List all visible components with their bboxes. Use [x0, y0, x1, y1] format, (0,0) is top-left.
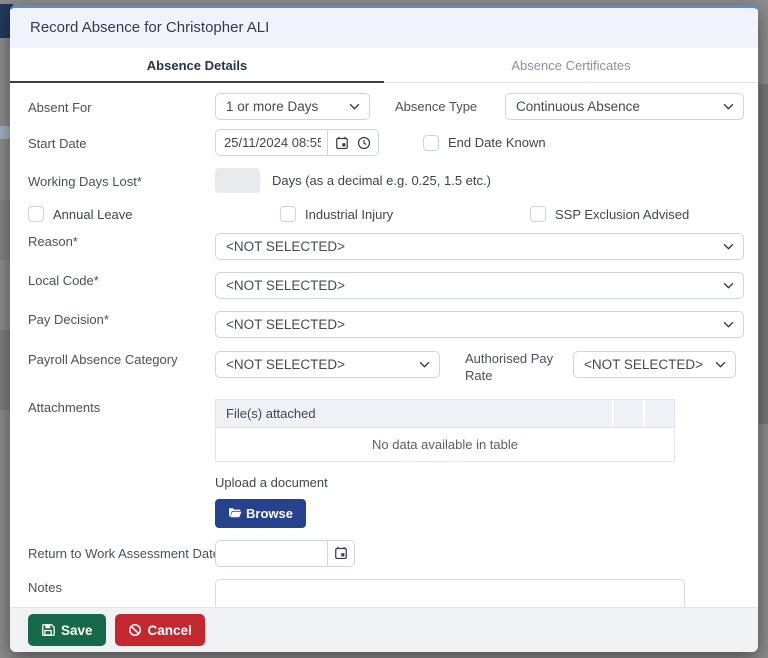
- background-page-fragment: [759, 84, 768, 424]
- files-attached-column-header: File(s) attached: [226, 405, 316, 421]
- calendar-icon[interactable]: [335, 136, 349, 150]
- start-date-input[interactable]: [215, 129, 328, 156]
- floppy-disk-icon: [42, 624, 55, 636]
- industrial-injury-checkbox[interactable]: [280, 206, 296, 222]
- reason-label: Reason*: [28, 234, 78, 249]
- annual-leave-checkbox[interactable]: [28, 206, 44, 222]
- notes-label: Notes: [28, 579, 62, 595]
- cancel-button[interactable]: Cancel: [114, 614, 205, 646]
- notes-textarea[interactable]: [215, 578, 685, 607]
- absent-for-value: 1 or more Days: [226, 99, 319, 114]
- chevron-down-icon: [723, 282, 734, 289]
- modal-header: Record Absence for Christopher ALI: [10, 8, 758, 48]
- browse-button-label: Browse: [246, 505, 293, 521]
- browse-button[interactable]: Browse: [215, 498, 306, 528]
- pay-decision-label: Pay Decision*: [28, 312, 109, 327]
- attachments-table-header: File(s) attached: [216, 399, 674, 428]
- save-button[interactable]: Save: [28, 614, 106, 646]
- record-absence-modal: Record Absence for Christopher ALI Absen…: [10, 5, 758, 652]
- absent-for-select[interactable]: 1 or more Days: [215, 93, 370, 120]
- authorised-pay-rate-select[interactable]: <NOT SELECTED>: [573, 351, 736, 378]
- ssp-exclusion-field: SSP Exclusion Advised: [530, 206, 689, 222]
- attachments-label: Attachments: [28, 399, 101, 415]
- row-absent-for: Absent For 1 or more Days Absence Type C…: [28, 93, 744, 120]
- attachments-action-column-1: [612, 399, 643, 427]
- chevron-down-icon: [723, 321, 734, 328]
- start-date-picker-buttons[interactable]: [328, 129, 379, 156]
- row-pay-decision: Pay Decision* <NOT SELECTED>: [28, 311, 744, 338]
- annual-leave-label: Annual Leave: [53, 206, 133, 222]
- no-entry-icon: [128, 624, 141, 636]
- tab-absence-certificates[interactable]: Absence Certificates: [384, 48, 758, 82]
- working-days-lost-hint: Days (as a decimal e.g. 0.25, 1.5 etc.): [272, 173, 491, 188]
- pay-decision-select[interactable]: <NOT SELECTED>: [215, 311, 744, 338]
- chevron-down-icon: [723, 103, 734, 110]
- end-date-known-field: End Date Known: [423, 134, 546, 151]
- ssp-exclusion-checkbox[interactable]: [530, 206, 546, 222]
- clock-icon[interactable]: [357, 136, 371, 150]
- row-reason: Reason* <NOT SELECTED>: [28, 233, 744, 260]
- calendar-icon[interactable]: [334, 546, 348, 560]
- attachments-action-column-2: [643, 399, 674, 427]
- end-date-known-label: End Date Known: [448, 135, 546, 150]
- chevron-down-icon: [723, 243, 734, 250]
- absence-type-select[interactable]: Continuous Absence: [505, 93, 744, 120]
- end-date-known-checkbox[interactable]: [423, 134, 439, 151]
- working-days-lost-label: Working Days Lost*: [28, 173, 142, 189]
- tab-absence-details[interactable]: Absence Details: [10, 48, 384, 83]
- payroll-absence-category-label: Payroll Absence Category: [28, 352, 178, 367]
- start-date-label: Start Date: [28, 135, 87, 151]
- annual-leave-field: Annual Leave: [28, 206, 280, 222]
- authorised-pay-rate-value: <NOT SELECTED>: [584, 357, 704, 372]
- return-to-work-group: [215, 539, 355, 567]
- start-date-group: [215, 129, 379, 156]
- chevron-down-icon: [419, 361, 430, 368]
- return-to-work-picker-button[interactable]: [328, 539, 355, 567]
- save-button-label: Save: [61, 622, 93, 638]
- background-page-fragment: [0, 330, 10, 410]
- row-attachments: Attachments File(s) attached No data ava…: [28, 398, 744, 528]
- modal-footer: Save Cancel: [10, 607, 758, 652]
- tab-bar: Absence Details Absence Certificates: [10, 48, 758, 83]
- row-start-date: Start Date End Date Known: [28, 129, 744, 156]
- industrial-injury-label: Industrial Injury: [305, 206, 394, 222]
- reason-value: <NOT SELECTED>: [226, 239, 346, 254]
- cancel-button-label: Cancel: [147, 622, 192, 638]
- payroll-absence-category-value: <NOT SELECTED>: [226, 357, 346, 372]
- attachments-table: File(s) attached No data available in ta…: [215, 398, 675, 462]
- row-working-days-lost: Working Days Lost* Days (as a decimal e.…: [28, 168, 744, 193]
- form-body: Absent For 1 or more Days Absence Type C…: [10, 83, 758, 607]
- chevron-down-icon: [349, 103, 360, 110]
- row-return-to-work: Return to Work Assessment Date: [28, 539, 744, 567]
- absent-for-label: Absent For: [28, 99, 92, 115]
- chevron-down-icon: [715, 361, 726, 368]
- row-payroll-category: Payroll Absence Category <NOT SELECTED> …: [28, 351, 744, 385]
- background-page-fragment: [0, 200, 10, 260]
- authorised-pay-rate-label: Authorised Pay Rate: [465, 351, 554, 383]
- reason-select[interactable]: <NOT SELECTED>: [215, 233, 744, 260]
- industrial-injury-field: Industrial Injury: [280, 206, 530, 222]
- payroll-absence-category-select[interactable]: <NOT SELECTED>: [215, 351, 440, 378]
- attachments-area: File(s) attached No data available in ta…: [215, 398, 675, 528]
- local-code-label: Local Code*: [28, 273, 99, 288]
- attachments-empty-message: No data available in table: [216, 427, 674, 461]
- absence-type-value: Continuous Absence: [516, 99, 640, 114]
- upload-document-label: Upload a document: [215, 474, 328, 490]
- modal-title: Record Absence for Christopher ALI: [30, 19, 270, 36]
- absence-type-label: Absence Type: [395, 99, 478, 114]
- folder-open-icon: [229, 508, 242, 518]
- local-code-select[interactable]: <NOT SELECTED>: [215, 272, 744, 299]
- return-to-work-label: Return to Work Assessment Date: [28, 546, 220, 562]
- ssp-exclusion-label: SSP Exclusion Advised: [555, 206, 690, 222]
- pay-decision-value: <NOT SELECTED>: [226, 317, 346, 332]
- row-notes: Notes: [28, 578, 744, 607]
- local-code-value: <NOT SELECTED>: [226, 278, 346, 293]
- working-days-lost-input[interactable]: [215, 168, 260, 193]
- return-to-work-input[interactable]: [215, 539, 328, 567]
- row-absence-flags: Annual Leave Industrial Injury SSP Exclu…: [28, 206, 744, 222]
- row-local-code: Local Code* <NOT SELECTED>: [28, 272, 744, 299]
